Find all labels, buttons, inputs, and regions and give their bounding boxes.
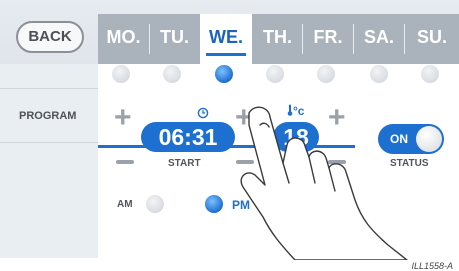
start-decrease-button[interactable] (116, 160, 134, 164)
day-indicator-dot[interactable] (266, 65, 284, 83)
day-indicator-dot[interactable] (370, 65, 388, 83)
day-indicator-dot-active[interactable] (215, 65, 233, 83)
tab-saturday[interactable]: SA. (354, 14, 404, 64)
start-label: START (168, 158, 201, 169)
am-label: AM (117, 199, 133, 210)
start-increase-button[interactable]: + (114, 103, 132, 133)
tab-wednesday[interactable]: WE. (200, 14, 252, 64)
day-indicator-dot[interactable] (421, 65, 439, 83)
program-label: PROGRAM (19, 110, 77, 122)
illustration-caption: ILL1558-A (411, 261, 453, 271)
tab-tuesday[interactable]: TU. (150, 14, 199, 64)
am-radio[interactable] (146, 195, 164, 213)
day-indicator-dot[interactable] (163, 65, 181, 83)
back-button[interactable]: BACK (16, 21, 84, 53)
tab-monday[interactable]: MO. (98, 14, 149, 64)
start-time-display[interactable]: 06:31 (141, 122, 235, 152)
tab-sunday[interactable]: SU. (405, 14, 459, 64)
sidebar-divider (0, 88, 98, 89)
tab-thursday[interactable]: TH. (253, 14, 302, 64)
day-indicator-dot[interactable] (112, 65, 130, 83)
clock-icon (197, 107, 209, 122)
tab-friday[interactable]: FR. (303, 14, 353, 64)
pm-radio[interactable] (205, 195, 223, 213)
hand-pointer-icon (240, 106, 408, 260)
sidebar-divider (0, 142, 98, 143)
day-tabs: MO. TU. WE. TH. FR. SA. SU. (98, 14, 459, 64)
day-indicator-dot[interactable] (317, 65, 335, 83)
